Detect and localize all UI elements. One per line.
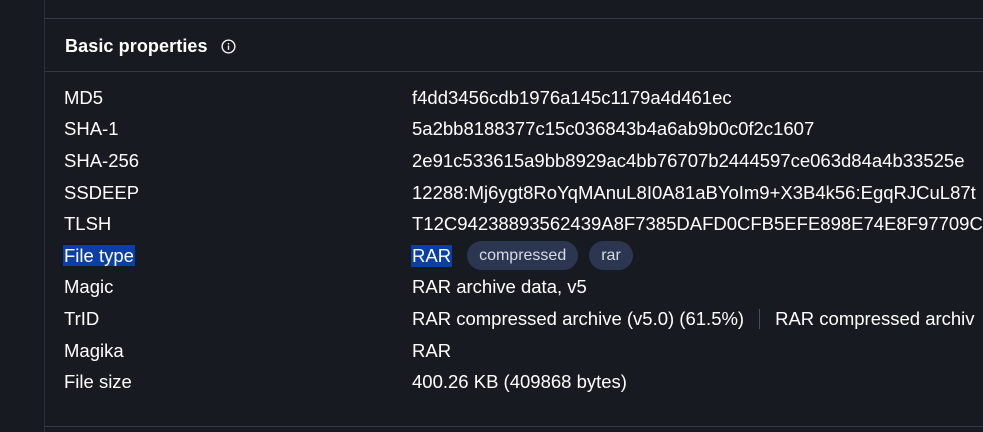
property-value-trid: RAR compressed archive (v5.0) (61.5%) RA… <box>412 308 975 330</box>
property-value-tlsh[interactable]: T12C94238893562439A8F7385DAFD0CFB5EFE898… <box>412 213 983 235</box>
property-value-file-size[interactable]: 400.26 KB (409868 bytes) <box>412 371 627 393</box>
tag-compressed[interactable]: compressed <box>467 241 579 271</box>
property-value-file-type: RAR compressed rar <box>411 241 633 271</box>
property-key: File size <box>64 371 132 393</box>
property-row-magic: Magic RAR archive data, v5 <box>64 272 983 304</box>
property-key: SHA-256 <box>64 149 140 171</box>
property-row-file-type: File type RAR compressed rar <box>63 240 983 272</box>
trid-entry-1[interactable]: RAR compressed archive (v5.0) (61.5%) <box>412 308 744 330</box>
header-divider <box>45 71 983 72</box>
property-key: MD5 <box>64 86 104 108</box>
properties-list: MD5 f4dd3456cdb1976a145c1179a4d461ec SHA… <box>63 82 983 398</box>
property-value-sha256[interactable]: 2e91c533615a9bb8929ac4bb76707b2444597ce0… <box>412 150 964 172</box>
property-key-selected: File type <box>63 244 135 266</box>
info-circle-icon[interactable] <box>221 38 236 54</box>
property-value-magic[interactable]: RAR archive data, v5 <box>412 276 587 298</box>
property-key: TLSH <box>64 213 112 235</box>
property-row-md5: MD5 f4dd3456cdb1976a145c1179a4d461ec <box>64 82 983 114</box>
top-divider <box>45 18 983 19</box>
property-row-sha256: SHA-256 2e91c533615a9bb8929ac4bb76707b24… <box>64 145 983 177</box>
property-key: Magika <box>64 339 124 361</box>
bottom-divider <box>45 426 983 427</box>
file-type-value-selected[interactable]: RAR <box>411 244 453 267</box>
section-title: Basic properties <box>65 35 208 56</box>
property-row-tlsh: TLSH T12C94238893562439A8F7385DAFD0CFB5E… <box>64 208 983 240</box>
basic-properties-card: Basic properties MD5 f4dd3456cdb1976a145… <box>44 0 983 432</box>
property-row-magika: Magika RAR <box>64 335 983 367</box>
property-key: SHA-1 <box>64 118 119 140</box>
property-row-trid: TrID RAR compressed archive (v5.0) (61.5… <box>64 303 983 335</box>
section-header: Basic properties <box>65 33 236 59</box>
property-value-ssdeep[interactable]: 12288:Mj6ygt8RoYqMAnuL8I0A81aBYoIm9+X3B4… <box>412 182 976 204</box>
property-value-magika[interactable]: RAR <box>412 340 451 362</box>
property-key: SSDEEP <box>64 181 140 203</box>
property-row-sha1: SHA-1 5a2bb8188377c15c036843b4a6ab9b0c0f… <box>64 114 983 146</box>
tag-rar[interactable]: rar <box>589 241 633 271</box>
property-key: TrID <box>64 307 100 329</box>
property-key-wrapper: File type <box>63 244 135 267</box>
property-value-sha1[interactable]: 5a2bb8188377c15c036843b4a6ab9b0c0f2c1607 <box>412 118 814 140</box>
property-key: Magic <box>64 276 114 298</box>
trid-separator <box>759 308 761 329</box>
trid-entry-2[interactable]: RAR compressed archiv <box>775 308 974 330</box>
property-row-ssdeep: SSDEEP 12288:Mj6ygt8RoYqMAnuL8I0A81aBYoI… <box>64 177 983 209</box>
property-value-md5[interactable]: f4dd3456cdb1976a145c1179a4d461ec <box>412 87 732 109</box>
property-row-file-size: File size 400.26 KB (409868 bytes) <box>64 366 983 398</box>
